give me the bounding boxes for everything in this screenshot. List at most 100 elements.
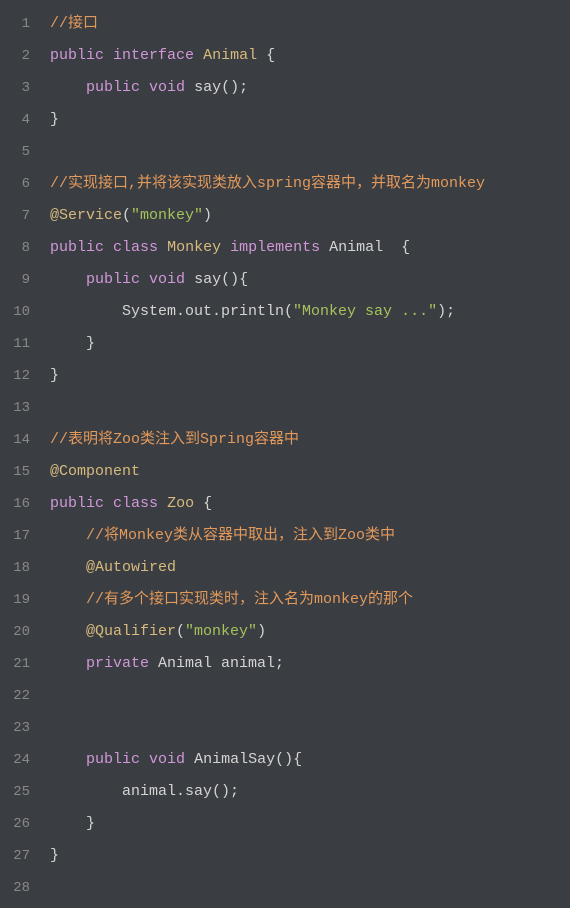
- indent: [50, 559, 86, 576]
- token-keyword: public: [50, 495, 104, 512]
- line-number: 6: [0, 168, 42, 200]
- token-default: }: [50, 847, 59, 864]
- token-comment: //表明将Zoo类注入到Spring容器中: [50, 431, 299, 448]
- token-default: [104, 495, 113, 512]
- code-line: @Service("monkey"): [42, 200, 570, 232]
- token-default: {: [257, 47, 275, 64]
- token-keyword: public: [86, 271, 140, 288]
- token-default: }: [50, 367, 59, 384]
- code-line: animal.say();: [42, 776, 570, 808]
- code-line: [42, 680, 570, 712]
- token-string: "Monkey say ...": [293, 303, 437, 320]
- token-default: ): [257, 623, 266, 640]
- token-default: [158, 495, 167, 512]
- code-line: //实现接口,并将该实现类放入spring容器中，并取名为monkey: [42, 168, 570, 200]
- indent: [50, 591, 86, 608]
- token-comment: //将Monkey类从容器中取出，注入到Zoo类中: [86, 527, 395, 544]
- line-number: 19: [0, 584, 42, 616]
- line-number: 27: [0, 840, 42, 872]
- code-line: @Qualifier("monkey"): [42, 616, 570, 648]
- token-type: Animal: [203, 47, 257, 64]
- indent: [50, 783, 122, 800]
- token-default: }: [86, 335, 95, 352]
- line-number: 18: [0, 552, 42, 584]
- token-default: (: [122, 207, 131, 224]
- token-default: animal.say();: [122, 783, 239, 800]
- line-number: 5: [0, 136, 42, 168]
- line-number: 16: [0, 488, 42, 520]
- token-default: }: [86, 815, 95, 832]
- code-line: public void AnimalSay(){: [42, 744, 570, 776]
- code-line: public class Zoo {: [42, 488, 570, 520]
- code-line: }: [42, 360, 570, 392]
- line-number: 21: [0, 648, 42, 680]
- token-keyword: void: [149, 79, 185, 96]
- token-default: }: [50, 111, 59, 128]
- line-number: 10: [0, 296, 42, 328]
- token-default: System.out.println(: [122, 303, 293, 320]
- token-annotation: @Component: [50, 463, 140, 480]
- token-type: Zoo: [167, 495, 194, 512]
- token-keyword: public: [86, 79, 140, 96]
- token-keyword: public: [50, 239, 104, 256]
- indent: [50, 79, 86, 96]
- code-line: }: [42, 104, 570, 136]
- indent: [50, 751, 86, 768]
- line-number: 13: [0, 392, 42, 424]
- line-number: 14: [0, 424, 42, 456]
- line-number: 26: [0, 808, 42, 840]
- token-default: ): [203, 207, 212, 224]
- line-number: 24: [0, 744, 42, 776]
- token-keyword: public: [86, 751, 140, 768]
- line-number: 8: [0, 232, 42, 264]
- line-number: 7: [0, 200, 42, 232]
- line-number: 22: [0, 680, 42, 712]
- token-default: [221, 239, 230, 256]
- token-keyword: public: [50, 47, 104, 64]
- code-line: //表明将Zoo类注入到Spring容器中: [42, 424, 570, 456]
- code-line: [42, 872, 570, 904]
- code-line: }: [42, 840, 570, 872]
- token-keyword: class: [113, 239, 158, 256]
- code-line: public class Monkey implements Animal {: [42, 232, 570, 264]
- token-default: {: [194, 495, 212, 512]
- code-editor: 1234567891011121314151617181920212223242…: [0, 0, 570, 908]
- token-default: say();: [185, 79, 248, 96]
- indent: [50, 271, 86, 288]
- token-default: (: [176, 623, 185, 640]
- token-default: [158, 239, 167, 256]
- code-line: @Component: [42, 456, 570, 488]
- token-default: say(){: [185, 271, 248, 288]
- line-number: 20: [0, 616, 42, 648]
- code-line: public void say();: [42, 72, 570, 104]
- line-number: 23: [0, 712, 42, 744]
- code-content: //接口public interface Animal { public voi…: [42, 0, 570, 908]
- line-number: 2: [0, 40, 42, 72]
- code-line: //有多个接口实现类时，注入名为monkey的那个: [42, 584, 570, 616]
- code-line: [42, 136, 570, 168]
- indent: [50, 623, 86, 640]
- token-default: [140, 271, 149, 288]
- line-number: 9: [0, 264, 42, 296]
- line-number-gutter: 1234567891011121314151617181920212223242…: [0, 0, 42, 908]
- code-line: //将Monkey类从容器中取出，注入到Zoo类中: [42, 520, 570, 552]
- code-line: }: [42, 328, 570, 360]
- line-number: 28: [0, 872, 42, 904]
- token-annotation: @Service: [50, 207, 122, 224]
- line-number: 3: [0, 72, 42, 104]
- token-comment: //实现接口,并将该实现类放入spring容器中，并取名为monkey: [50, 175, 485, 192]
- line-number: 4: [0, 104, 42, 136]
- indent: [50, 335, 86, 352]
- line-number: 11: [0, 328, 42, 360]
- token-default: Animal animal;: [149, 655, 284, 672]
- token-keyword: private: [86, 655, 149, 672]
- code-line: public interface Animal {: [42, 40, 570, 72]
- indent: [50, 527, 86, 544]
- token-keyword: void: [149, 271, 185, 288]
- token-type: Monkey: [167, 239, 221, 256]
- token-comment: //有多个接口实现类时，注入名为monkey的那个: [86, 591, 413, 608]
- token-default: AnimalSay(){: [185, 751, 302, 768]
- token-annotation: @Qualifier: [86, 623, 176, 640]
- token-default: );: [437, 303, 455, 320]
- token-default: [194, 47, 203, 64]
